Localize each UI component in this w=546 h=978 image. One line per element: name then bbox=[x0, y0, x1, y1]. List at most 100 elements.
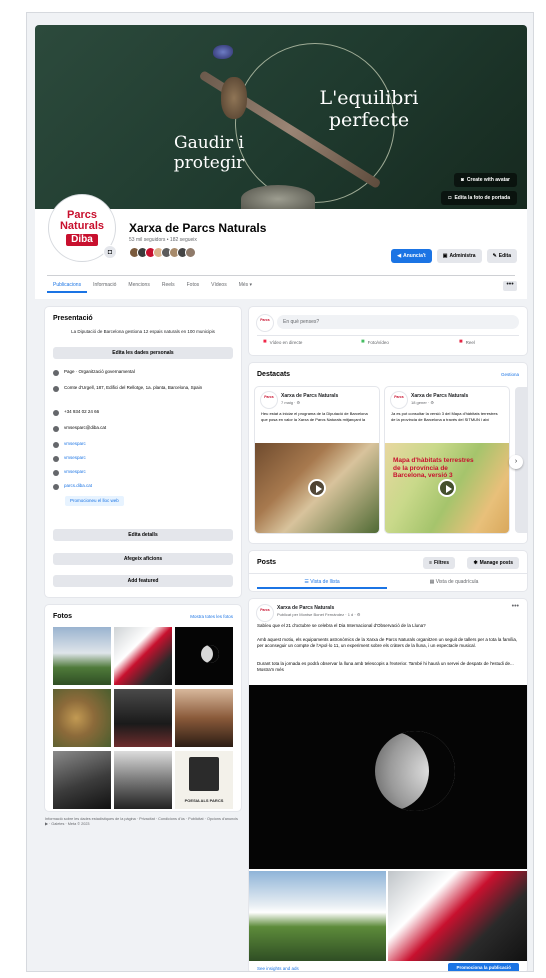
post-options-icon[interactable]: ••• bbox=[512, 603, 519, 610]
admin-button[interactable]: ▣ Administra bbox=[436, 249, 482, 263]
post-image-observatory[interactable] bbox=[249, 871, 386, 961]
tab-photos[interactable]: Fotos bbox=[181, 277, 206, 293]
post-image-moon[interactable] bbox=[249, 685, 527, 869]
info-row-youtube: vmsesparc bbox=[53, 455, 233, 462]
promote-post-button[interactable]: Promociona la publicació bbox=[448, 963, 519, 971]
photo-thumbnail[interactable] bbox=[114, 627, 172, 685]
photos-card: Fotos Mostra totes les fotos POESIA ALS … bbox=[45, 605, 241, 811]
poster-graphic bbox=[189, 757, 219, 791]
highlights-title: Destacats bbox=[257, 371, 291, 378]
add-featured-button[interactable]: Add featured bbox=[53, 575, 233, 587]
profile-actions: ◀ Anuncia't ▣ Administra ✎ Edita bbox=[391, 249, 517, 263]
create-avatar-button[interactable]: ◙ Create with avatar bbox=[453, 173, 517, 187]
chevron-right-icon[interactable]: › bbox=[509, 455, 523, 469]
post-author-name[interactable]: Xarxa de Parcs Naturals bbox=[277, 605, 334, 611]
pencil-icon: ✎ bbox=[492, 253, 497, 259]
map-title: Mapa d'hàbitats terrestres de la provínc… bbox=[393, 457, 474, 479]
page-stats[interactable]: 53 mil seguidors • 182 segueix bbox=[129, 237, 197, 243]
promote-website-button[interactable]: Promocioneu el lloc web bbox=[65, 496, 124, 506]
admin-icon: ▣ bbox=[442, 253, 448, 259]
tab-about[interactable]: Informació bbox=[87, 277, 122, 293]
highlight-map-thumbnail: Mapa d'hàbitats terrestres de la provínc… bbox=[385, 443, 509, 533]
edit-button[interactable]: ✎ Edita bbox=[486, 249, 517, 263]
facebook-page-window: L'equilibri perfecte Gaudir i protegir ◙… bbox=[26, 12, 534, 972]
follower-avatar bbox=[185, 247, 196, 258]
edit-bio-button[interactable]: Edita les dades personals bbox=[53, 347, 233, 359]
follower-avatars[interactable] bbox=[129, 247, 196, 258]
highlight-item[interactable]: Parcs Xarxa de Parcs Naturals 7 maig · ⚙… bbox=[255, 387, 379, 533]
info-row-website: parcs.diba.cat bbox=[53, 483, 233, 490]
avatar-camera-icon[interactable]: ◘ bbox=[103, 245, 117, 259]
cover-tagline: Gaudir i protegir bbox=[153, 133, 265, 173]
highlight-item[interactable]: Parcs Xarxa de Parcs Naturals 18 gener ·… bbox=[385, 387, 509, 533]
photo-thumbnail[interactable] bbox=[53, 627, 111, 685]
composer-input[interactable]: En què penses? bbox=[277, 315, 519, 329]
page-title: Xarxa de Parcs Naturals bbox=[129, 221, 267, 235]
email-icon bbox=[53, 426, 59, 432]
tab-more[interactable]: Més ▾ bbox=[233, 277, 258, 293]
photo-thumbnail[interactable]: POESIA ALS PARCS bbox=[175, 751, 233, 809]
post-text-paragraph: Durant tota la jornada es podrà observar… bbox=[257, 661, 514, 672]
composer-card: Parcs En què penses? ■ Vídeo en directe ■… bbox=[249, 307, 527, 355]
highlight-page-name: Xarxa de Parcs Naturals bbox=[281, 393, 339, 399]
cover-stone-image bbox=[241, 185, 315, 209]
location-pin-icon bbox=[53, 386, 59, 392]
intro-title: Presentació bbox=[53, 315, 93, 322]
list-view-tab[interactable]: ☰ Vista de llista bbox=[257, 575, 387, 589]
moon-image bbox=[375, 731, 455, 811]
photo-icon: ■ bbox=[361, 339, 365, 345]
moon-image bbox=[201, 645, 219, 663]
video-camera-icon: ■ bbox=[263, 339, 267, 345]
info-row-phone: +34 934 02 24 66 bbox=[53, 409, 233, 416]
cover-bird-image bbox=[213, 45, 233, 59]
reel-button[interactable]: ■ Reel bbox=[459, 339, 475, 345]
tab-reels[interactable]: Reels bbox=[156, 277, 181, 293]
grid-view-tab[interactable]: ▦ Vista de quadrícula bbox=[389, 575, 519, 589]
photo-thumbnail[interactable] bbox=[114, 689, 172, 747]
info-row-twitter: vmsesparc bbox=[53, 469, 233, 476]
photo-thumbnail[interactable] bbox=[175, 689, 233, 747]
logo-text-diba: Diba bbox=[66, 234, 98, 246]
add-hobbies-button[interactable]: Afegeix aficions bbox=[53, 553, 233, 565]
promote-button[interactable]: ◀ Anuncia't bbox=[391, 249, 432, 263]
phone-icon bbox=[53, 410, 59, 416]
photo-thumbnail[interactable] bbox=[53, 751, 111, 809]
photo-video-button[interactable]: ■ Foto/vídeo bbox=[361, 339, 389, 345]
info-row-instagram: vmsesparc bbox=[53, 441, 233, 448]
tab-videos[interactable]: Vídeos bbox=[205, 277, 233, 293]
see-insights-link[interactable]: See insights and ads bbox=[257, 966, 299, 971]
see-all-photos-link[interactable]: Mostra totes les fotos bbox=[190, 614, 233, 619]
highlight-text: Heu estat a iniciar el programa de la Di… bbox=[261, 411, 368, 422]
intro-bio: La Diputació de Barcelona gestiona 12 es… bbox=[71, 329, 215, 334]
cover-photo: L'equilibri perfecte Gaudir i protegir ◙… bbox=[35, 25, 527, 209]
camera-icon: ◘ bbox=[448, 195, 452, 201]
highlight-page-avatar: Parcs bbox=[261, 392, 277, 408]
post-text-line: Sabíeu que el 21 d'octubre se celebra el… bbox=[257, 623, 426, 628]
highlight-text: Ja es pot consultar la versió 3 del Mapa… bbox=[391, 411, 498, 422]
footer-links[interactable]: Informació sobre les dades estadístiques… bbox=[45, 817, 241, 827]
post-text-paragraph: Amb aquest motiu, els equipaments astron… bbox=[257, 637, 518, 648]
more-options-button[interactable]: ••• bbox=[503, 281, 517, 291]
cover-tagline-line2: protegir bbox=[173, 153, 245, 173]
tab-mentions[interactable]: Mencions bbox=[122, 277, 155, 293]
photo-thumbnail[interactable] bbox=[175, 627, 233, 685]
filters-button[interactable]: ≡ Filtres bbox=[423, 557, 455, 569]
photo-thumbnail[interactable] bbox=[114, 751, 172, 809]
play-icon bbox=[308, 479, 326, 497]
tab-posts[interactable]: Publicacions bbox=[47, 277, 88, 293]
avatar-icon: ◙ bbox=[460, 177, 464, 183]
megaphone-icon: ◀ bbox=[397, 253, 402, 259]
live-video-button[interactable]: ■ Vídeo en directe bbox=[263, 339, 302, 345]
profile-header: Parcs Naturals Diba ◘ Xarxa de Parcs Nat… bbox=[35, 195, 527, 299]
post-image-telescope[interactable] bbox=[388, 871, 527, 961]
cover-headline-line1: L'equilibri bbox=[319, 87, 419, 109]
twitter-icon bbox=[53, 470, 59, 476]
edit-cover-button[interactable]: ◘ Edita la foto de portada bbox=[441, 191, 517, 205]
logo-text-naturals: Naturals bbox=[59, 220, 105, 232]
manage-highlights-link[interactable]: Gestiona bbox=[501, 372, 519, 377]
photo-thumbnail[interactable] bbox=[53, 689, 111, 747]
edit-details-button[interactable]: Edita detalls bbox=[53, 529, 233, 541]
manage-posts-button[interactable]: ✱ Manage posts bbox=[467, 557, 519, 569]
post-author-avatar[interactable]: Parcs bbox=[257, 605, 273, 621]
page-tabs: Publicacions Informació Mencions Reels F… bbox=[47, 277, 258, 293]
